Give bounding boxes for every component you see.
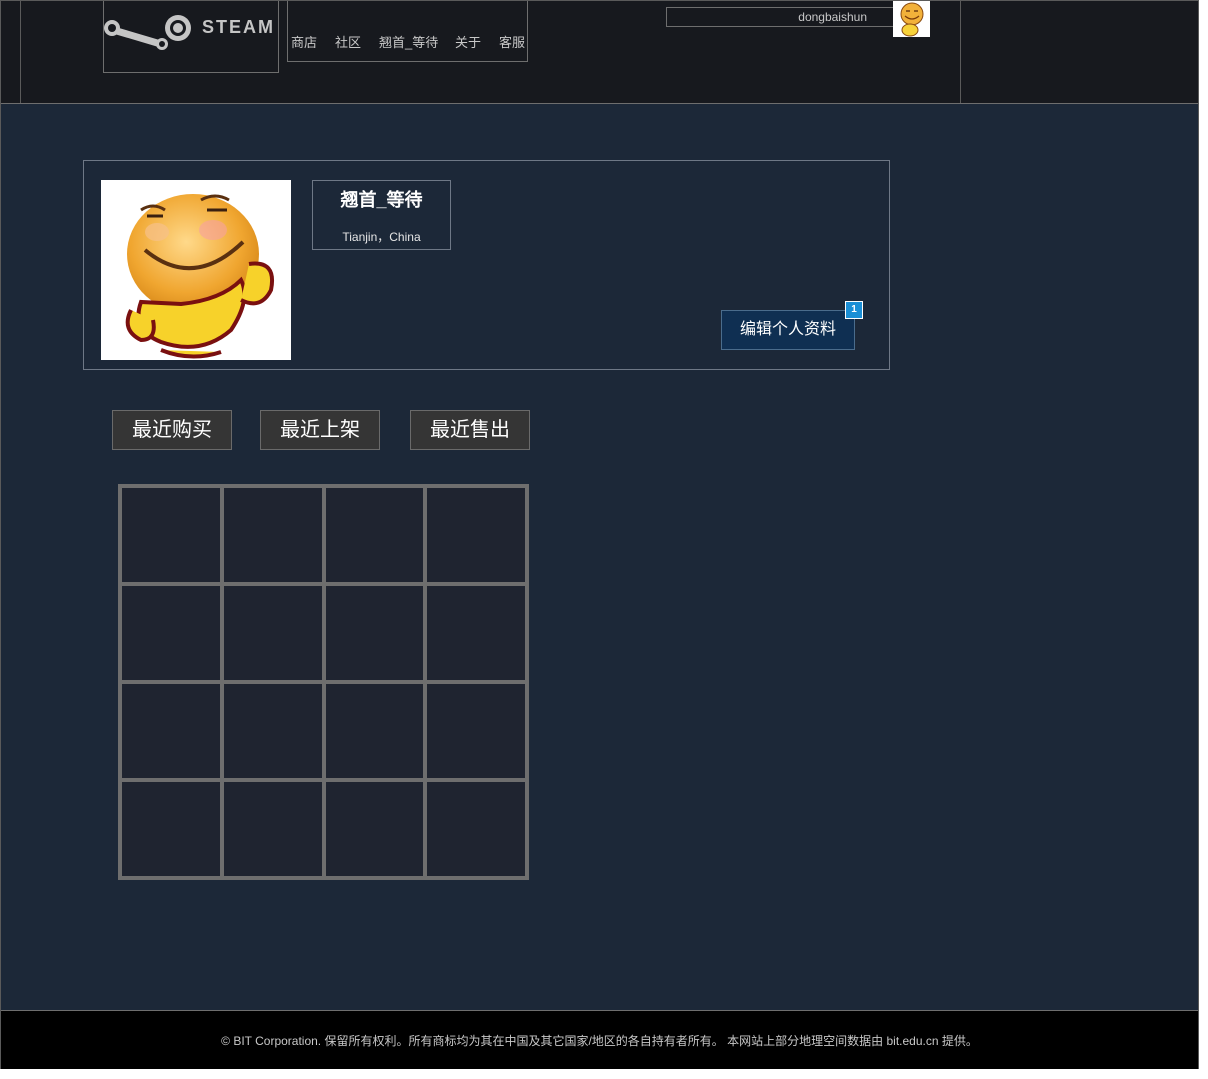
item-slot[interactable] (223, 782, 322, 876)
profile-card: 翘首_等待 Tianjin，China 编辑个人资料 1 (83, 160, 890, 370)
item-slot[interactable] (122, 782, 220, 876)
smiley-avatar-icon (900, 2, 924, 37)
nav-about[interactable]: 关于 (455, 32, 481, 51)
tab-recent-listings[interactable]: 最近上架 (260, 410, 380, 450)
notification-badge[interactable]: 1 (845, 301, 863, 319)
item-slot[interactable] (427, 586, 525, 680)
item-slot[interactable] (325, 782, 424, 876)
profile-name: 翘首_等待 (340, 190, 423, 210)
item-slot[interactable] (325, 586, 424, 680)
username-display[interactable]: dongbaishun (666, 7, 894, 27)
steam-logo[interactable]: STEAM (103, 1, 279, 73)
steam-logo-icon (104, 15, 191, 50)
nav-store[interactable]: 商店 (291, 32, 317, 51)
footer-copyright: © BIT Corporation. 保留所有权利。所有商标均为其在中国及其它国… (221, 1034, 978, 1048)
user-avatar[interactable] (893, 1, 930, 37)
item-slot[interactable] (325, 684, 424, 778)
item-slot[interactable] (427, 684, 525, 778)
item-slot[interactable] (223, 586, 322, 680)
item-slot[interactable] (122, 488, 220, 582)
main-nav: 商店 社区 翘首_等待 关于 客服 (287, 1, 528, 62)
edit-profile-button[interactable]: 编辑个人资料 (721, 310, 855, 350)
item-slot[interactable] (427, 488, 525, 582)
smiley-avatar-icon (125, 194, 274, 359)
nav-support[interactable]: 客服 (499, 32, 525, 51)
nav-community[interactable]: 社区 (335, 32, 361, 51)
site-header: STEAM 商店 社区 翘首_等待 关于 客服 dongbaishun (1, 1, 1198, 104)
tab-recent-purchases[interactable]: 最近购买 (112, 410, 232, 450)
tab-recent-sales[interactable]: 最近售出 (410, 410, 530, 450)
profile-location: Tianjin，China (342, 230, 421, 244)
main-content: 翘首_等待 Tianjin，China 编辑个人资料 1 最近购买 最近上架 最… (1, 104, 1198, 1010)
nav-profile[interactable]: 翘首_等待 (379, 32, 438, 51)
site-footer: © BIT Corporation. 保留所有权利。所有商标均为其在中国及其它国… (1, 1010, 1198, 1069)
item-slot[interactable] (122, 586, 220, 680)
item-grid (118, 484, 529, 880)
item-slot[interactable] (427, 782, 525, 876)
item-slot[interactable] (223, 488, 322, 582)
item-slot[interactable] (122, 684, 220, 778)
profile-name-box: 翘首_等待 Tianjin，China (312, 180, 451, 250)
item-slot[interactable] (325, 488, 424, 582)
logo-text: STEAM (202, 17, 275, 37)
item-slot[interactable] (223, 684, 322, 778)
profile-avatar (101, 180, 291, 360)
